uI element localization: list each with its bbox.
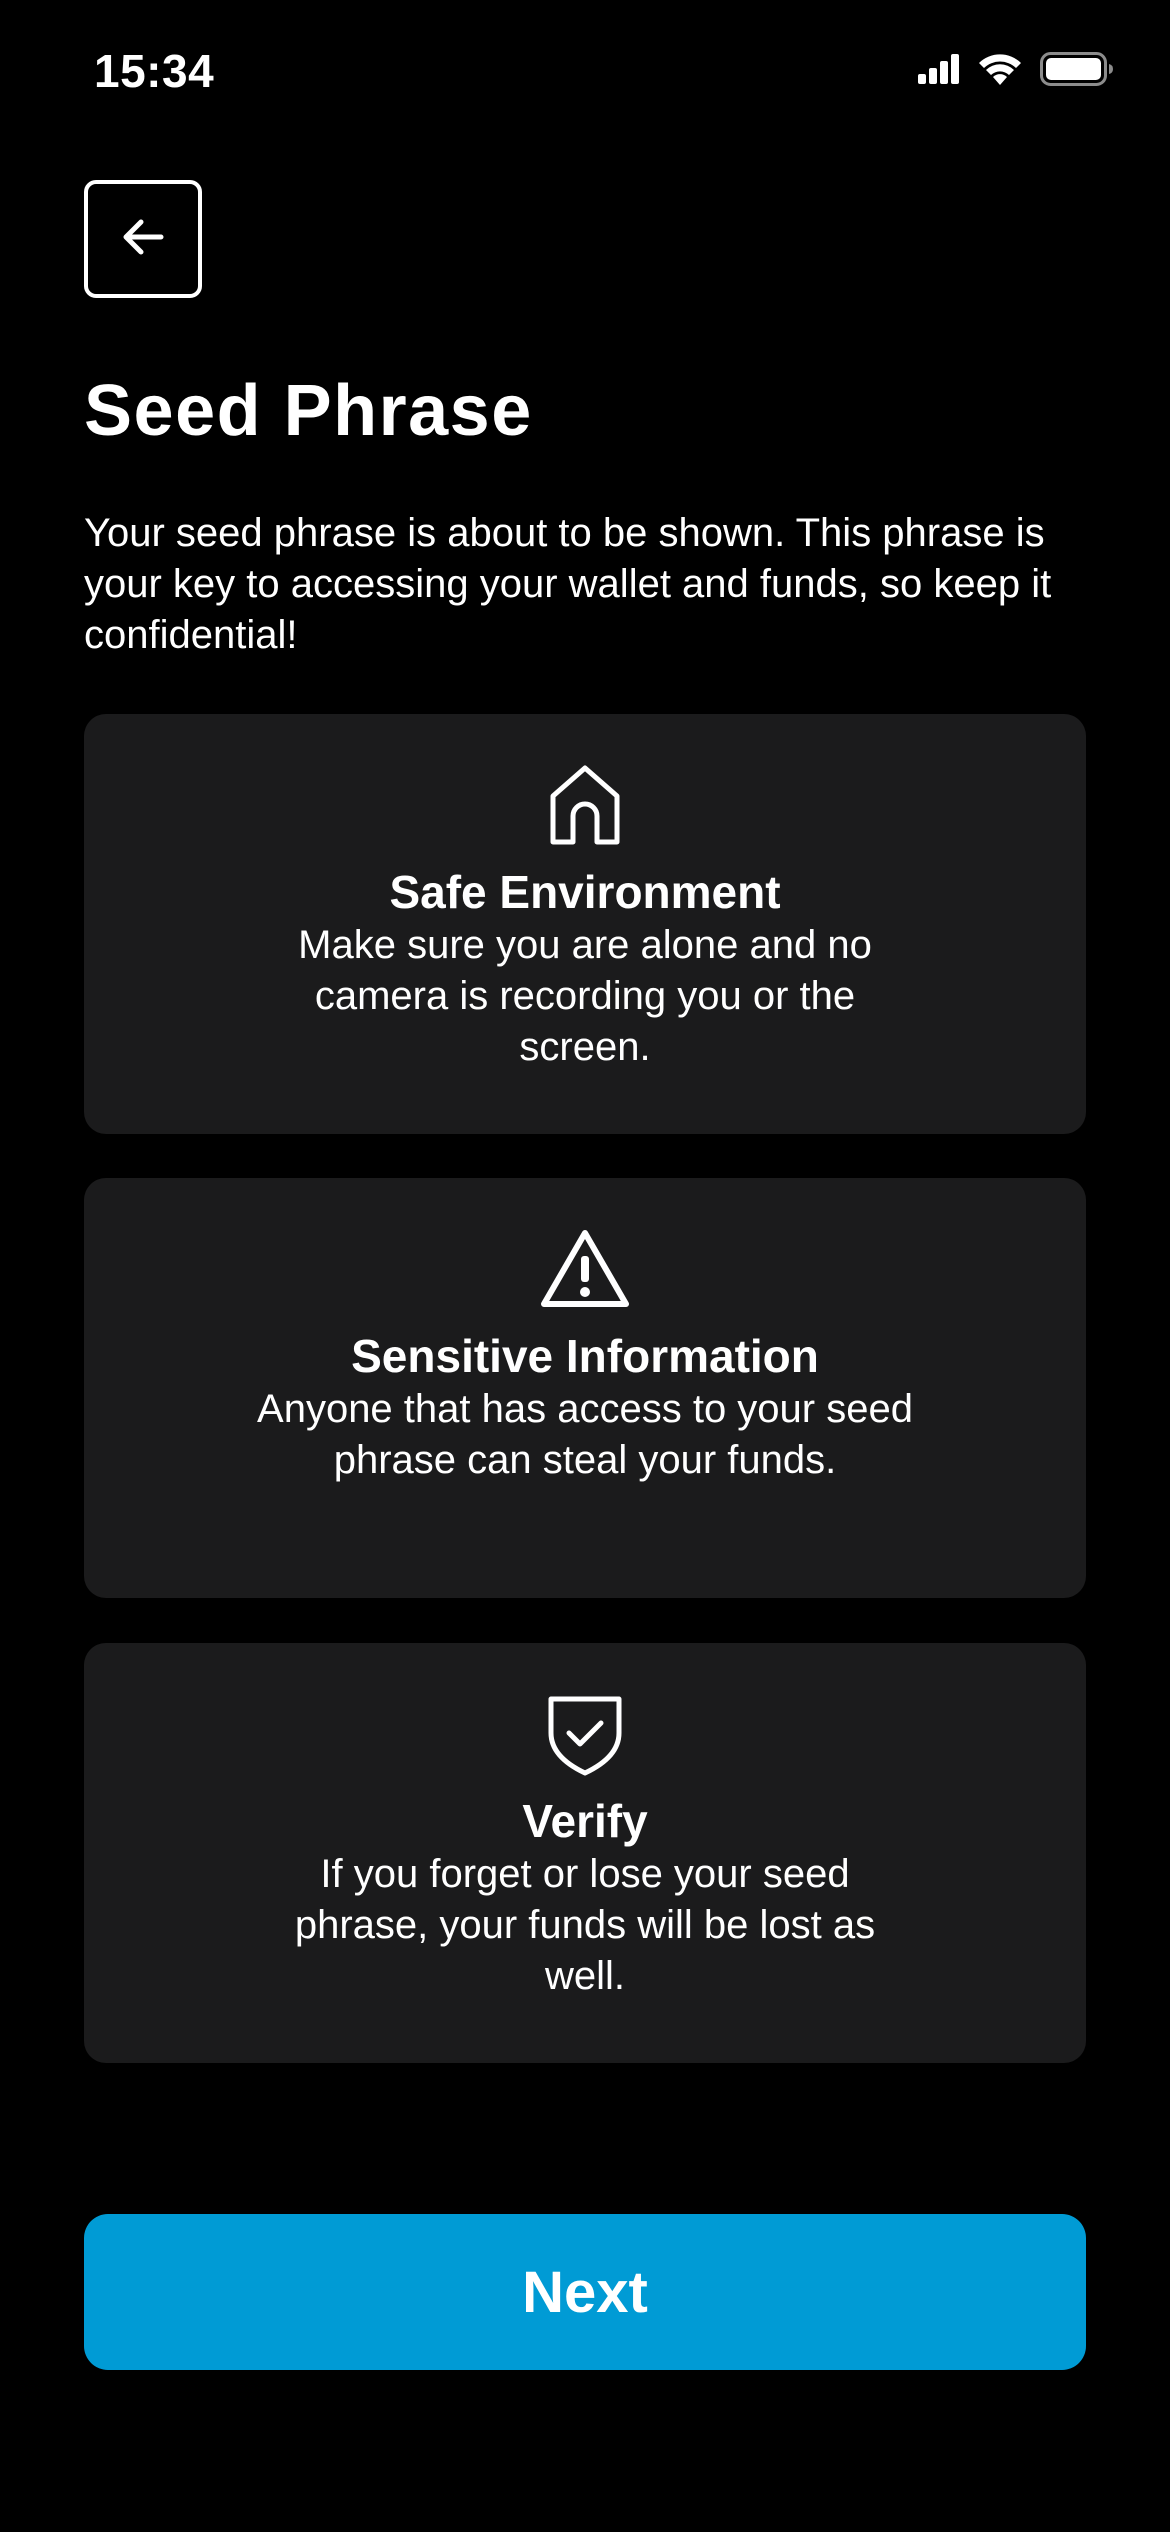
- status-icons: [918, 52, 1114, 91]
- card-description: Anyone that has access to your seed phra…: [257, 1387, 913, 1482]
- battery-icon: [1040, 52, 1114, 91]
- card-safe-environment: Safe Environment Make sure you are alone…: [84, 714, 1086, 1134]
- wifi-icon: [978, 53, 1022, 90]
- arrow-left-icon: [115, 209, 171, 270]
- status-bar: 15:34: [0, 0, 1170, 150]
- shield-check-icon: [545, 1693, 625, 1777]
- warning-triangle-icon: [540, 1228, 630, 1312]
- house-icon: [547, 764, 623, 848]
- next-button[interactable]: Next: [84, 2214, 1086, 2370]
- page-title: Seed Phrase: [84, 371, 533, 451]
- back-button[interactable]: [84, 180, 202, 298]
- card-description: Make sure you are alone and no camera is…: [298, 923, 872, 1069]
- card-title: Verify: [522, 1795, 648, 1847]
- intro-text: Your seed phrase is about to be shown. T…: [84, 511, 1052, 657]
- status-time: 15:34: [94, 45, 215, 97]
- cellular-signal-icon: [918, 54, 960, 89]
- card-description: If you forget or lose your seed phrase, …: [294, 1852, 876, 1998]
- card-verify: Verify If you forget or lose your seed p…: [84, 1643, 1086, 2063]
- card-title: Safe Environment: [389, 866, 781, 918]
- card-sensitive-information: Sensitive Information Anyone that has ac…: [84, 1178, 1086, 1598]
- card-title: Sensitive Information: [351, 1330, 819, 1382]
